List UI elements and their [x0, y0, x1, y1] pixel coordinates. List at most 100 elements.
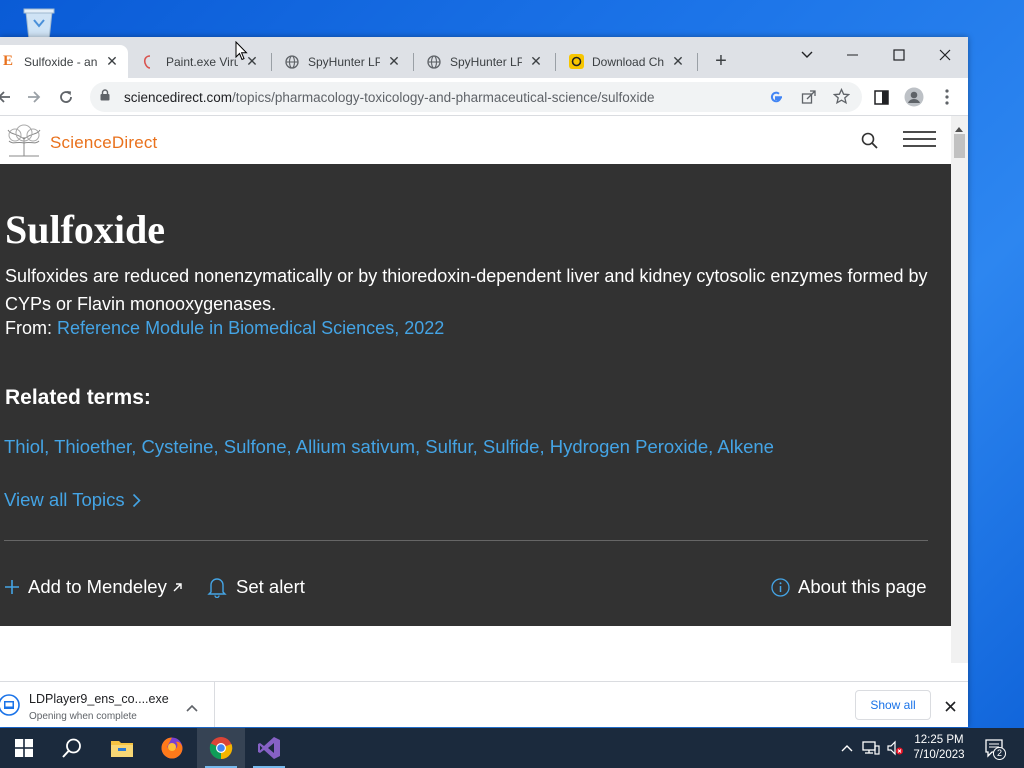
tab-download[interactable]: Download Cha ✕	[560, 45, 694, 78]
bookmark-star-icon[interactable]	[832, 87, 851, 110]
close-window-button[interactable]	[922, 41, 968, 69]
chevron-up-icon[interactable]	[186, 699, 198, 717]
close-downloads-bar-button[interactable]	[940, 696, 960, 716]
clock-time: 12:25 PM	[914, 734, 964, 746]
google-icon[interactable]	[768, 89, 784, 110]
profile-avatar-icon[interactable]	[902, 85, 926, 109]
bell-icon	[207, 576, 227, 598]
close-icon[interactable]: ✕	[528, 53, 544, 70]
download-item[interactable]: LDPlayer9_ens_co....exe Opening when com…	[0, 682, 215, 727]
browser-window: E Sulfoxide - an ✕ Paint.exe Virus ✕ Spy…	[0, 37, 968, 727]
system-clock[interactable]: 12:25 PM 7/10/2023	[908, 733, 970, 763]
side-panel-icon[interactable]	[869, 85, 893, 109]
alert-label: Set alert	[236, 576, 305, 597]
about-label: About this page	[798, 576, 927, 597]
term-separator: ,	[286, 436, 296, 457]
page-title: Sulfoxide	[5, 207, 166, 252]
back-button[interactable]	[0, 85, 16, 109]
vertical-scrollbar[interactable]	[951, 116, 968, 663]
term-separator: ,	[472, 436, 483, 457]
related-terms-list: Thiol, Thioether, Cysteine, Sulfone, All…	[4, 436, 774, 458]
tab-spyhunter-2[interactable]: SpyHunter LP ✕	[418, 45, 552, 78]
term-separator: ,	[131, 436, 142, 457]
close-icon[interactable]: ✕	[386, 53, 402, 70]
reload-button[interactable]	[54, 85, 78, 109]
source-link[interactable]: Reference Module in Biomedical Sciences,…	[57, 318, 444, 338]
maximize-button[interactable]	[876, 41, 922, 69]
page-viewport: ScienceDirect Sulfoxide Sulfoxides are r…	[0, 116, 968, 663]
add-to-mendeley-button[interactable]: Add to Mendeley	[4, 576, 183, 598]
show-all-downloads-button[interactable]: Show all	[855, 690, 931, 720]
windows-taskbar: 12:25 PM 7/10/2023 2	[0, 728, 1024, 768]
elsevier-tree-logo-icon[interactable]	[5, 123, 43, 162]
plus-icon: +	[715, 50, 727, 72]
minimize-button[interactable]	[830, 41, 876, 69]
chrome-icon[interactable]	[197, 728, 245, 768]
info-icon	[771, 577, 790, 597]
related-term-link[interactable]: Allium sativum	[296, 436, 415, 457]
notification-center-button[interactable]: 2	[982, 738, 1008, 760]
tab-search-button[interactable]	[784, 41, 830, 69]
chevron-up-icon[interactable]	[837, 738, 857, 758]
close-icon[interactable]: ✕	[670, 53, 686, 70]
browser-toolbar: sciencedirect.com/topics/pharmacology-to…	[0, 78, 968, 116]
related-term-link[interactable]: Cysteine	[141, 436, 213, 457]
tab-spyhunter-1[interactable]: SpyHunter LP ✕	[276, 45, 410, 78]
shield-favicon-icon	[142, 54, 158, 70]
term-separator: ,	[44, 436, 55, 457]
installer-file-icon	[0, 694, 20, 721]
volume-muted-icon[interactable]	[885, 738, 905, 758]
new-tab-button[interactable]: +	[708, 45, 734, 78]
start-button[interactable]	[0, 728, 48, 768]
tab-sulfoxide[interactable]: E Sulfoxide - an ✕	[0, 45, 128, 78]
tab-separator	[555, 53, 556, 71]
url-text: sciencedirect.com/topics/pharmacology-to…	[124, 90, 655, 105]
tab-label: SpyHunter LP	[308, 54, 380, 69]
view-all-label: View all Topics	[4, 489, 125, 510]
clock-date: 7/10/2023	[913, 749, 965, 761]
network-icon[interactable]	[861, 738, 881, 758]
related-term-link[interactable]: Sulfur	[425, 436, 472, 457]
globe-icon	[426, 54, 442, 70]
tab-label: Sulfoxide - an	[24, 54, 98, 69]
related-term-link[interactable]: Thiol	[4, 436, 44, 457]
related-terms-heading: Related terms:	[5, 386, 151, 409]
share-icon[interactable]	[801, 89, 817, 110]
mouse-cursor-icon	[235, 40, 248, 66]
related-term-link[interactable]: Thioether	[54, 436, 131, 457]
view-all-topics-link[interactable]: View all Topics	[4, 489, 141, 511]
close-icon[interactable]: ✕	[104, 53, 120, 70]
url-host: sciencedirect.com	[124, 89, 233, 105]
related-term-link[interactable]: Sulfone	[224, 436, 287, 457]
download-file-name: LDPlayer9_ens_co....exe	[29, 692, 169, 706]
search-icon[interactable]	[48, 728, 96, 768]
search-icon[interactable]	[861, 132, 878, 154]
term-separator: ,	[213, 436, 224, 457]
tab-label: Download Cha	[592, 54, 664, 69]
visual-studio-icon[interactable]	[245, 728, 293, 768]
topic-description: Sulfoxides are reduced nonenzymatically …	[5, 266, 928, 314]
tab-separator	[271, 53, 272, 71]
forward-button[interactable]	[22, 85, 46, 109]
related-term-link[interactable]: Sulfide	[483, 436, 540, 457]
menu-kebab-icon[interactable]	[935, 85, 959, 109]
related-term-link[interactable]: Alkene	[717, 436, 774, 457]
tab-label: SpyHunter LP	[450, 54, 522, 69]
notification-count-badge: 2	[993, 747, 1006, 760]
tab-label: Paint.exe Virus	[166, 54, 238, 69]
term-separator: ,	[415, 436, 426, 457]
tab-separator	[697, 53, 698, 71]
file-explorer-icon[interactable]	[98, 728, 146, 768]
related-term-link[interactable]: Hydrogen Peroxide	[550, 436, 708, 457]
hamburger-menu-icon[interactable]	[903, 130, 936, 153]
sciencedirect-logo-text[interactable]: ScienceDirect	[50, 133, 157, 153]
plus-icon	[4, 579, 20, 595]
recycle-bin-icon[interactable]	[18, 6, 60, 41]
firefox-icon[interactable]	[148, 728, 196, 768]
scrollbar-thumb[interactable]	[954, 134, 965, 158]
about-this-page-button[interactable]: About this page	[771, 576, 927, 598]
source-line: From: Reference Module in Biomedical Sci…	[5, 318, 444, 339]
address-bar[interactable]: sciencedirect.com/topics/pharmacology-to…	[90, 82, 862, 112]
download-favicon-icon	[568, 54, 584, 70]
set-alert-button[interactable]: Set alert	[207, 576, 305, 598]
